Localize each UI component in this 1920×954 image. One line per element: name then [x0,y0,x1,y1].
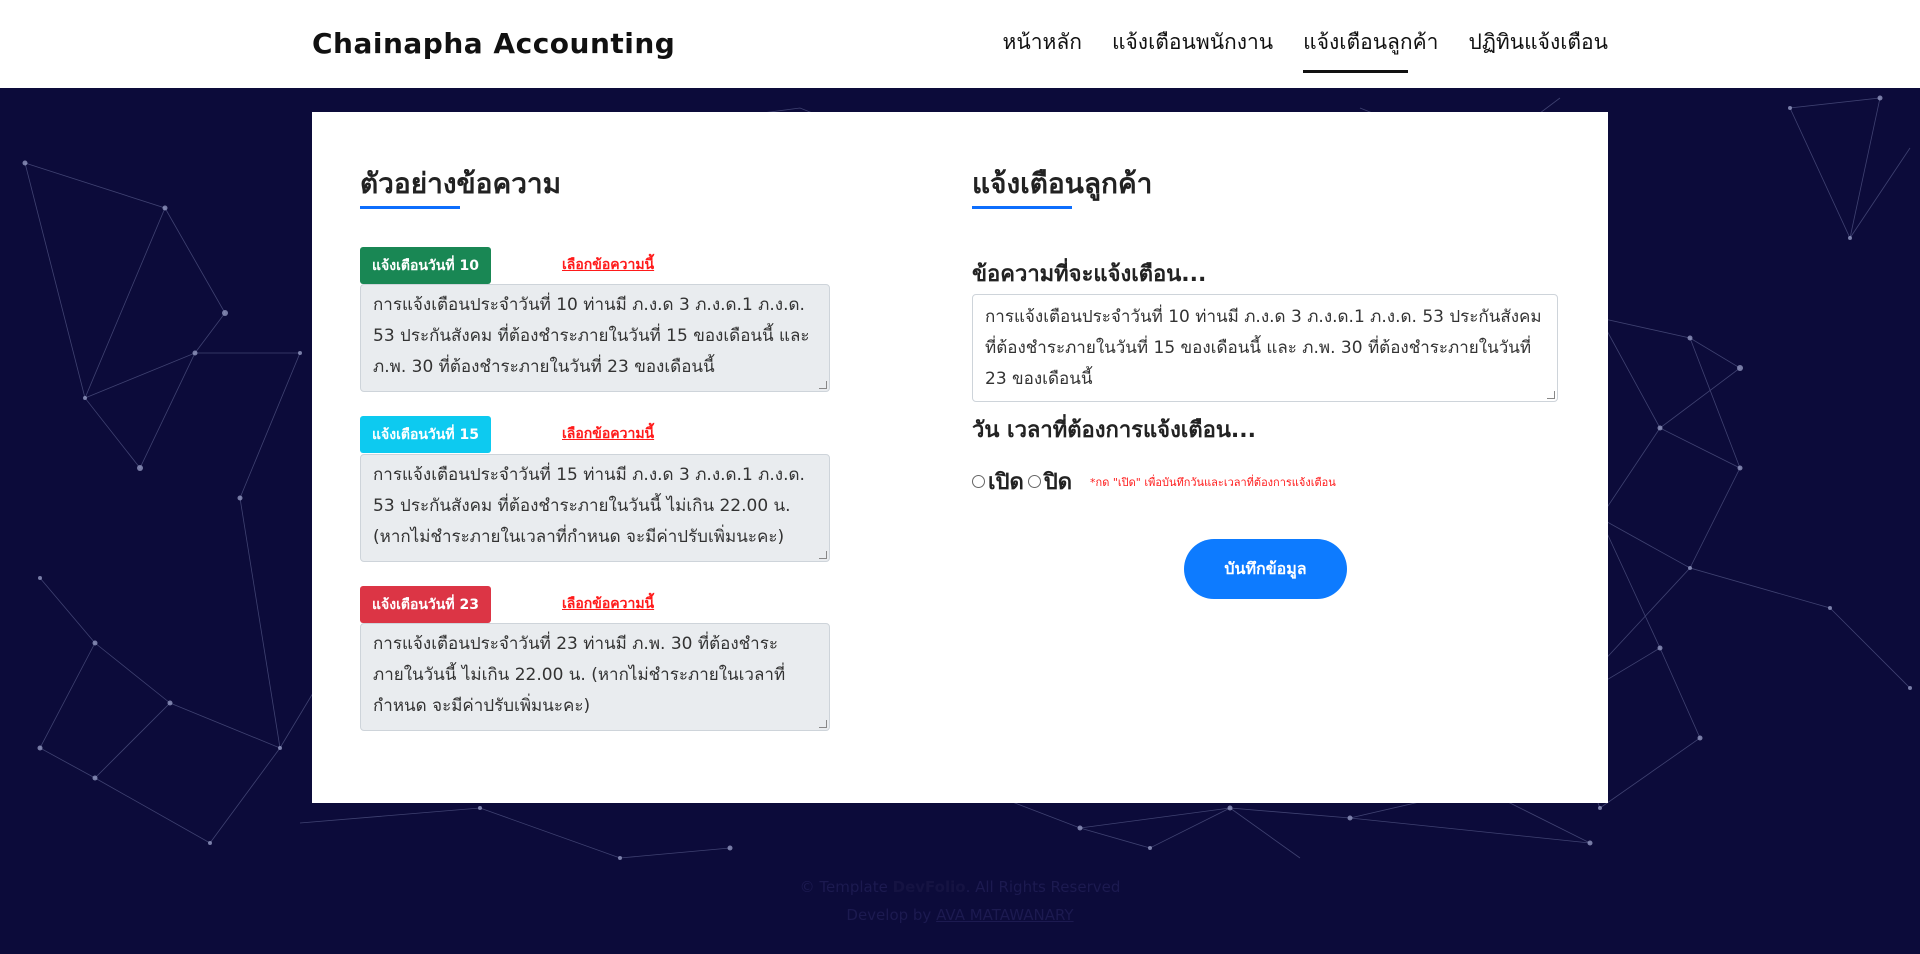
brand-logo-text[interactable]: Chainapha Accounting [312,27,675,60]
select-message-15-link[interactable]: เลือกข้อความนี้ [562,423,654,445]
save-button[interactable]: บันทึกข้อมูล [1184,539,1347,599]
nav-customer-alerts[interactable]: แจ้งเตือนลูกค้า [1303,26,1438,73]
resize-handle[interactable] [819,381,827,389]
radio-on[interactable] [972,475,985,488]
resize-handle[interactable] [819,551,827,559]
sample-message-23[interactable]: การแจ้งเตือนประจำวันที่ 23 ท่านมี ภ.พ. 3… [360,623,830,731]
footer-brand: DevFolio [892,878,966,896]
sample-message-10[interactable]: การแจ้งเตือนประจำวันที่ 10 ท่านมี ภ.ง.ด … [360,284,830,392]
select-message-23-link[interactable]: เลือกข้อความนี้ [562,593,654,615]
resize-handle[interactable] [819,720,827,728]
badge-day-15: แจ้งเตือนวันที่ 15 [360,416,491,453]
radio-off[interactable] [1027,475,1041,488]
sample-message-15[interactable]: การแจ้งเตือนประจำวันที่ 15 ท่านมี ภ.ง.ด … [360,454,830,562]
footer-developer: Develop by AVA MATAWANARY [0,906,1920,924]
content-card: ตัวอย่างข้อความ แจ้งเตือนวันที่ 10 เลือก… [312,112,1608,803]
badge-day-10: แจ้งเตือนวันที่ 10 [360,247,491,284]
radio-off-label[interactable]: ปิด [1044,464,1072,499]
datetime-label: วัน เวลาที่ต้องการแจ้งเตือน... [972,418,1256,443]
radio-on-label[interactable]: เปิด [988,464,1024,499]
nav-menu: หน้าหลัก แจ้งเตือนพนักงาน แจ้งเตือนลูกค้… [1003,26,1608,73]
title-underline [972,206,1072,209]
sample-message-15-text: การแจ้งเตือนประจำวันที่ 15 ท่านมี ภ.ง.ด … [373,465,805,547]
nav-employee-alerts[interactable]: แจ้งเตือนพนักงาน [1112,26,1273,73]
title-underline [360,206,460,209]
footer-suffix: . All Rights Reserved [965,878,1121,896]
customer-alert-title: แจ้งเตือนลูกค้า [972,167,1153,200]
footer-dev-prefix: Develop by [846,906,932,924]
nav-home[interactable]: หน้าหลัก [1003,26,1082,73]
toggle-radio-group: เปิด ปิด *กด "เปิด" เพื่อบันทึกวันและเวล… [972,464,1336,499]
resize-handle[interactable] [1547,391,1555,399]
footer-prefix: © Template [799,878,888,896]
top-navbar: Chainapha Accounting หน้าหลัก แจ้งเตือนพ… [0,0,1920,88]
radio-hint-text: *กด "เปิด" เพื่อบันทึกวันและเวลาที่ต้องก… [1090,475,1336,489]
message-label: ข้อความที่จะแจ้งเตือน... [972,262,1207,287]
footer-dev-link[interactable]: AVA MATAWANARY [936,906,1074,924]
message-textarea-text: การแจ้งเตือนประจำวันที่ 10 ท่านมี ภ.ง.ด … [985,307,1542,389]
footer-copyright: © Template DevFolio. All Rights Reserved [0,878,1920,896]
nav-alert-calendar[interactable]: ปฏิทินแจ้งเตือน [1468,26,1608,73]
sample-messages-title: ตัวอย่างข้อความ [360,167,562,200]
badge-day-23: แจ้งเตือนวันที่ 23 [360,586,491,623]
select-message-10-link[interactable]: เลือกข้อความนี้ [562,254,654,276]
sample-message-23-text: การแจ้งเตือนประจำวันที่ 23 ท่านมี ภ.พ. 3… [373,634,786,716]
message-textarea[interactable]: การแจ้งเตือนประจำวันที่ 10 ท่านมี ภ.ง.ด … [972,294,1558,402]
sample-message-10-text: การแจ้งเตือนประจำวันที่ 10 ท่านมี ภ.ง.ด … [373,295,810,377]
